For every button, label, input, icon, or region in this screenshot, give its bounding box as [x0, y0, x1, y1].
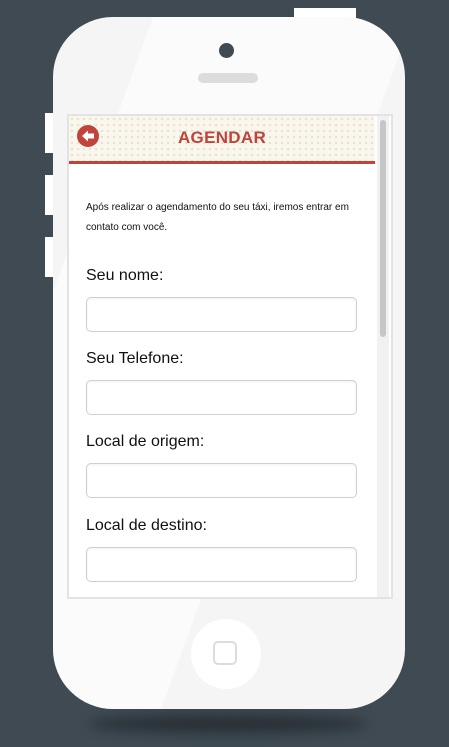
phone-input[interactable] — [86, 380, 357, 415]
scrollbar-thumb[interactable] — [380, 120, 386, 337]
home-button[interactable] — [191, 619, 261, 689]
origin-input[interactable] — [86, 463, 357, 498]
page-title: AGENDAR — [177, 128, 267, 147]
app-screen: AGENDAR Após realizar o agendamento do s… — [67, 114, 393, 599]
intro-text: Após realizar o agendamento do seu táxi,… — [86, 202, 349, 233]
phone-volume-up — [45, 175, 53, 215]
name-input[interactable] — [86, 297, 357, 332]
app-header: AGENDAR — [69, 116, 375, 164]
phone-volume-down — [45, 237, 53, 277]
scrollbar[interactable] — [377, 116, 389, 597]
phone-frame: AGENDAR Após realizar o agendamento do s… — [53, 17, 405, 709]
phone-mute-switch — [45, 113, 53, 153]
phone-shadow — [88, 715, 368, 733]
speaker — [198, 73, 258, 83]
destination-input[interactable] — [86, 547, 357, 582]
origin-label: Local de origem: — [86, 433, 205, 450]
destination-label: Local de destino: — [86, 517, 207, 534]
camera — [219, 43, 234, 58]
home-square-icon — [213, 641, 237, 665]
phone-label: Seu Telefone: — [86, 350, 184, 367]
name-label: Seu nome: — [86, 267, 164, 284]
